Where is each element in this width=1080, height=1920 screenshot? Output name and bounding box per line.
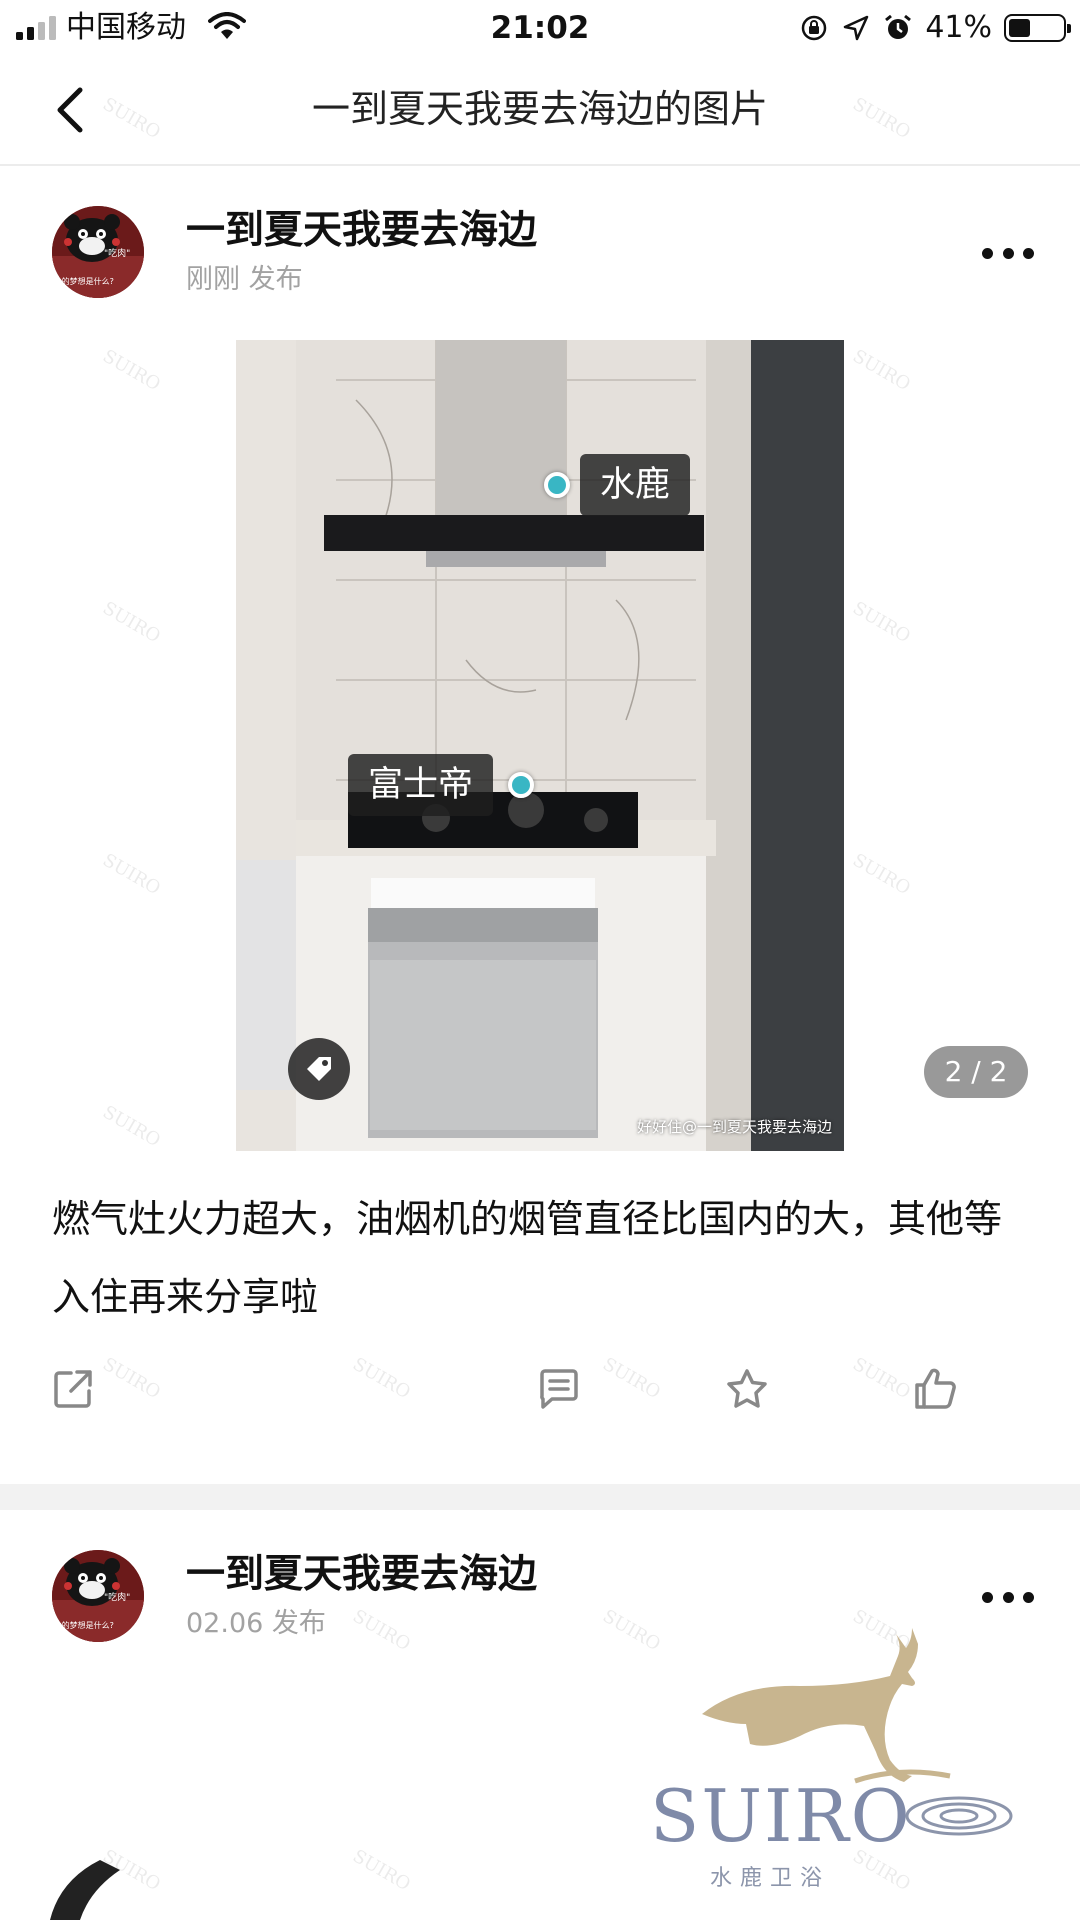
page-indicator: 2 / 2 <box>924 1046 1028 1098</box>
like-button[interactable] <box>908 1362 962 1416</box>
comment-button[interactable] <box>532 1362 586 1416</box>
avatar-caption-1: "吃肉" <box>104 247 130 259</box>
brand-name: SUIRO <box>650 1774 912 1858</box>
post-text: 燃气灶火力超大，油烟机的烟管直径比国内的大，其他等入住再来分享啦 <box>52 1197 1003 1319</box>
avatar-caption-2: ...的梦想是什么? <box>54 276 114 286</box>
product-tag[interactable]: 水鹿 <box>580 454 691 516</box>
kitchen-photo <box>236 340 844 1151</box>
avatar[interactable]: "吃肉" ...的梦想是什么? <box>52 1550 144 1642</box>
brand-logo: SUIRO 水鹿卫浴 <box>650 1626 1030 1891</box>
avatar-caption-1: "吃肉" <box>104 1591 130 1603</box>
more-dot-icon <box>982 247 993 259</box>
more-dot-icon <box>1002 1591 1014 1603</box>
photo-watermark: 好好住@一到夏天我要去海边 <box>636 1118 832 1136</box>
product-tag-dot[interactable] <box>544 472 570 498</box>
product-tag-dot[interactable] <box>508 772 534 798</box>
post-time: 02.06 发布 <box>186 1608 326 1639</box>
tag-icon <box>307 1057 331 1081</box>
post-divider <box>0 1484 1080 1510</box>
ripple-icon <box>905 1796 1013 1836</box>
avatar[interactable]: "吃肉" ...的梦想是什么? <box>52 206 144 298</box>
share-icon <box>54 1370 92 1408</box>
more-dot-icon <box>1023 1591 1034 1603</box>
post-photo[interactable]: 水鹿 富士帝 好好住@一到夏天我要去海边 <box>236 340 844 1151</box>
post-time: 刚刚 发布 <box>186 264 303 295</box>
deer-logo-icon <box>702 1628 951 1784</box>
more-options-button[interactable] <box>976 238 1040 268</box>
brand-subtitle: 水鹿卫浴 <box>710 1866 831 1891</box>
more-dot-icon <box>1023 247 1034 259</box>
like-icon <box>915 1368 956 1409</box>
post-card: "吃肉" ...的梦想是什么? 一到夏天我要去海边 刚刚 发布 水鹿 富士帝 好… <box>0 0 1080 1484</box>
post-actions <box>0 1362 1080 1422</box>
star-icon <box>727 1369 767 1408</box>
more-dot-icon <box>982 1591 993 1603</box>
tag-toggle-button[interactable] <box>288 1038 350 1100</box>
photo-preview-fragment <box>50 1860 120 1920</box>
more-dot-icon <box>1002 247 1014 259</box>
share-button[interactable] <box>46 1362 100 1416</box>
bear-avatar-image: "吃肉" ...的梦想是什么? <box>52 206 144 298</box>
author-name[interactable]: 一到夏天我要去海边 <box>186 206 537 256</box>
product-tag[interactable]: 富士帝 <box>348 754 494 816</box>
author-name[interactable]: 一到夏天我要去海边 <box>186 1550 537 1600</box>
more-options-button[interactable] <box>976 1582 1040 1612</box>
bear-avatar-image: "吃肉" ...的梦想是什么? <box>52 1550 144 1642</box>
favorite-button[interactable] <box>720 1362 774 1416</box>
comment-icon <box>540 1369 578 1409</box>
avatar-caption-2: ...的梦想是什么? <box>54 1620 114 1630</box>
